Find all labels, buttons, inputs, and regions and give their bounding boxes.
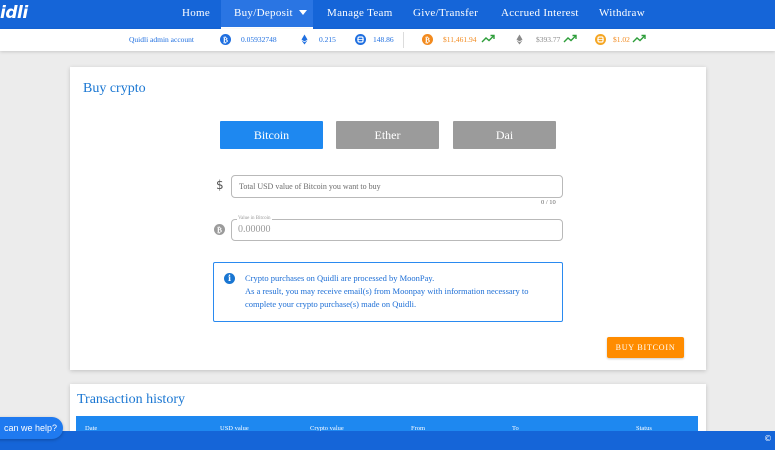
bitcoin-icon: ₿ <box>214 224 225 235</box>
info-line-2: As a result, you may receive email(s) fr… <box>245 286 529 296</box>
svg-text:₿: ₿ <box>223 34 228 44</box>
dai-price: $1.02 <box>613 35 630 44</box>
ticker-divider <box>403 32 404 48</box>
bitcoin-balance: 0.05932748 <box>241 35 277 44</box>
crypto-value-label: Value in Bitcoin <box>237 216 272 221</box>
buy-crypto-card: Buy crypto Bitcoin Ether Dai $ 0 / 10 ₿ … <box>70 67 706 370</box>
bitcoin-price-icon: ₿ <box>422 34 433 45</box>
tab-ether[interactable]: Ether <box>336 121 439 149</box>
nav-withdraw[interactable]: Withdraw <box>599 0 645 29</box>
transaction-history-title: Transaction history <box>77 392 185 407</box>
dai-balance: 148.86 <box>373 35 394 44</box>
trending-up-icon <box>481 34 495 43</box>
nav-accrued-interest[interactable]: Accrued Interest <box>501 0 579 29</box>
footer-bar: © <box>0 431 775 450</box>
account-label: Quidli admin account <box>129 35 194 44</box>
tab-dai[interactable]: Dai <box>453 121 556 149</box>
bitcoin-icon: ₿ <box>220 34 231 45</box>
top-navbar: idli Home Buy/Deposit Manage Team Give/T… <box>0 0 775 29</box>
svg-text:₿: ₿ <box>217 224 222 234</box>
tab-bitcoin[interactable]: Bitcoin <box>220 121 323 149</box>
quidli-logo[interactable]: idli <box>0 3 28 23</box>
ether-balance: 0.215 <box>319 35 336 44</box>
nav-give-transfer[interactable]: Give/Transfer <box>413 0 478 29</box>
nav-buy-deposit-label: Buy/Deposit <box>234 7 293 19</box>
info-line-3: complete your crypto purchase(s) made on… <box>245 299 417 309</box>
nav-buy-deposit[interactable]: Buy/Deposit <box>221 0 313 29</box>
buy-bitcoin-button[interactable]: BUY BITCOIN <box>607 337 684 358</box>
info-icon: i <box>224 273 235 284</box>
ether-price-icon <box>514 34 525 45</box>
help-chat-button[interactable]: can we help? <box>0 417 63 439</box>
copyright: © <box>764 434 772 443</box>
crypto-value: 0.00000 <box>238 224 271 235</box>
usd-value-field[interactable] <box>231 175 563 198</box>
buy-crypto-title: Buy crypto <box>83 81 146 96</box>
nav-home[interactable]: Home <box>182 0 210 29</box>
trending-up-icon <box>632 34 646 43</box>
moonpay-info-text: Crypto purchases on Quidli are processed… <box>245 272 560 311</box>
chevron-down-icon <box>298 10 307 15</box>
ether-icon <box>299 34 310 45</box>
usd-value-input[interactable] <box>232 176 562 197</box>
crypto-value-field[interactable] <box>231 219 563 241</box>
bitcoin-price: $11,461.94 <box>443 35 477 44</box>
nav-manage-team[interactable]: Manage Team <box>327 0 393 29</box>
svg-text:₿: ₿ <box>425 34 430 44</box>
trending-up-icon <box>563 34 577 43</box>
moonpay-info-box: i Crypto purchases on Quidli are process… <box>213 262 563 322</box>
ether-price: $393.77 <box>536 35 561 44</box>
balance-ticker: Quidli admin account ₿ 0.05932748 0.215 … <box>0 29 775 51</box>
dai-icon <box>355 34 366 45</box>
info-line-1: Crypto purchases on Quidli are processed… <box>245 273 435 283</box>
char-counter: 0 / 10 <box>541 199 556 206</box>
dollar-icon: $ <box>216 178 224 192</box>
dai-price-icon <box>595 34 606 45</box>
